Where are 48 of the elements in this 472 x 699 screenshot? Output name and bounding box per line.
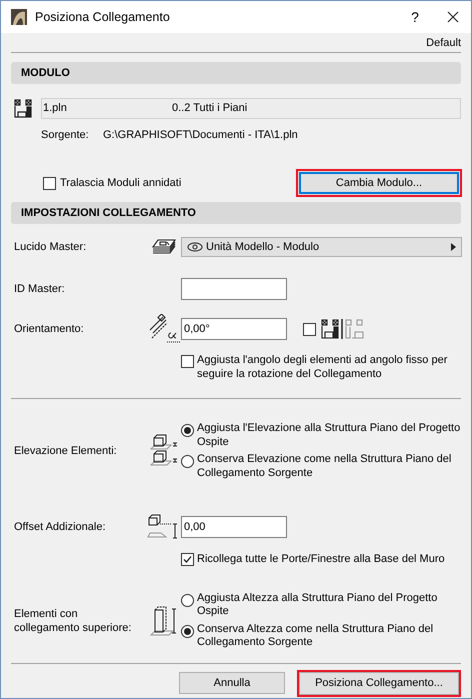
radio-label: Conserva Altezza come nella Struttura Piano del Collegamento Sorgente <box>197 622 434 650</box>
field-label: Lucido Master: <box>14 240 86 253</box>
source-label: Sorgente: <box>41 128 90 143</box>
field-label: ID Master: <box>14 282 65 295</box>
checkbox-label: Ricollega tutte le Porte/Finestre alla Base del Muro <box>197 552 445 567</box>
eye-icon <box>187 242 203 252</box>
radio-button[interactable] <box>181 455 194 468</box>
field-label: Orientamento: <box>14 322 84 335</box>
layers-icon <box>151 238 177 256</box>
dialog-button[interactable]: Annulla <box>179 672 285 694</box>
radio-label: Conserva Elevazione come nella Struttura Piano del Collegamento Sorgente <box>197 453 452 480</box>
checkbox[interactable] <box>43 176 56 190</box>
radio-button[interactable] <box>181 594 194 606</box>
preset-label: Default <box>426 36 461 50</box>
field-label: Offset Addizionale: <box>14 520 106 533</box>
top-linked-column-icon <box>149 604 179 638</box>
section-header: IMPOSTAZIONI COLLEGAMENTO <box>11 202 461 224</box>
checkbox[interactable] <box>181 355 194 368</box>
help-button[interactable]: ? <box>405 6 425 28</box>
master-id-field[interactable] <box>181 278 287 300</box>
checkbox-label: Tralascia Moduli annidati <box>60 176 182 191</box>
radio-button[interactable] <box>181 624 194 638</box>
app-logo-icon <box>11 9 27 25</box>
radio-button[interactable] <box>181 424 194 437</box>
source-path: G:\GRAPHISOFT\Documenti - ITA\1.pln <box>103 128 298 143</box>
dialog-button[interactable]: Posiziona Collegamento... <box>297 670 461 696</box>
radio-label: Aggiusta Altezza alla Struttura Piano del Progetto Ospite <box>197 592 438 618</box>
dropdown-value: Unità Modello - Modulo <box>206 240 320 255</box>
checkbox[interactable] <box>181 552 194 566</box>
check-icon <box>183 554 192 564</box>
close-icon <box>447 11 459 23</box>
module-icon <box>14 98 34 118</box>
field-label: Elevazione Elementi: <box>13 444 118 458</box>
module-stories: 0..2 Tutti i Piani <box>172 101 248 116</box>
submenu-arrow-icon <box>451 243 456 251</box>
radio-label: Aggiusta l'Elevazione alla Struttura Piano del Progetto Ospite <box>197 422 462 449</box>
checkbox-label: Aggiusta l'angolo degli elementi ad angolo fisso per seguire la rotazione del Collegamento <box>197 353 448 381</box>
offset-field[interactable]: 0,00 <box>181 516 287 538</box>
layer-dropdown[interactable]: Unità Modello - Modulo <box>181 237 462 257</box>
orientation-field[interactable]: 0,00° <box>181 318 287 340</box>
rotation-angle-icon <box>147 314 181 344</box>
checkbox[interactable] <box>303 322 316 336</box>
change-module-button[interactable]: Cambia Modulo... <box>296 169 462 197</box>
stacked-elevation-icon <box>149 434 179 468</box>
window-title: Posiziona Collegamento <box>35 8 171 26</box>
field-label: Elementi con collegamento superiore: <box>13 606 132 634</box>
section-header: MODULO <box>11 62 461 84</box>
module-name: 1.pln <box>42 101 68 116</box>
